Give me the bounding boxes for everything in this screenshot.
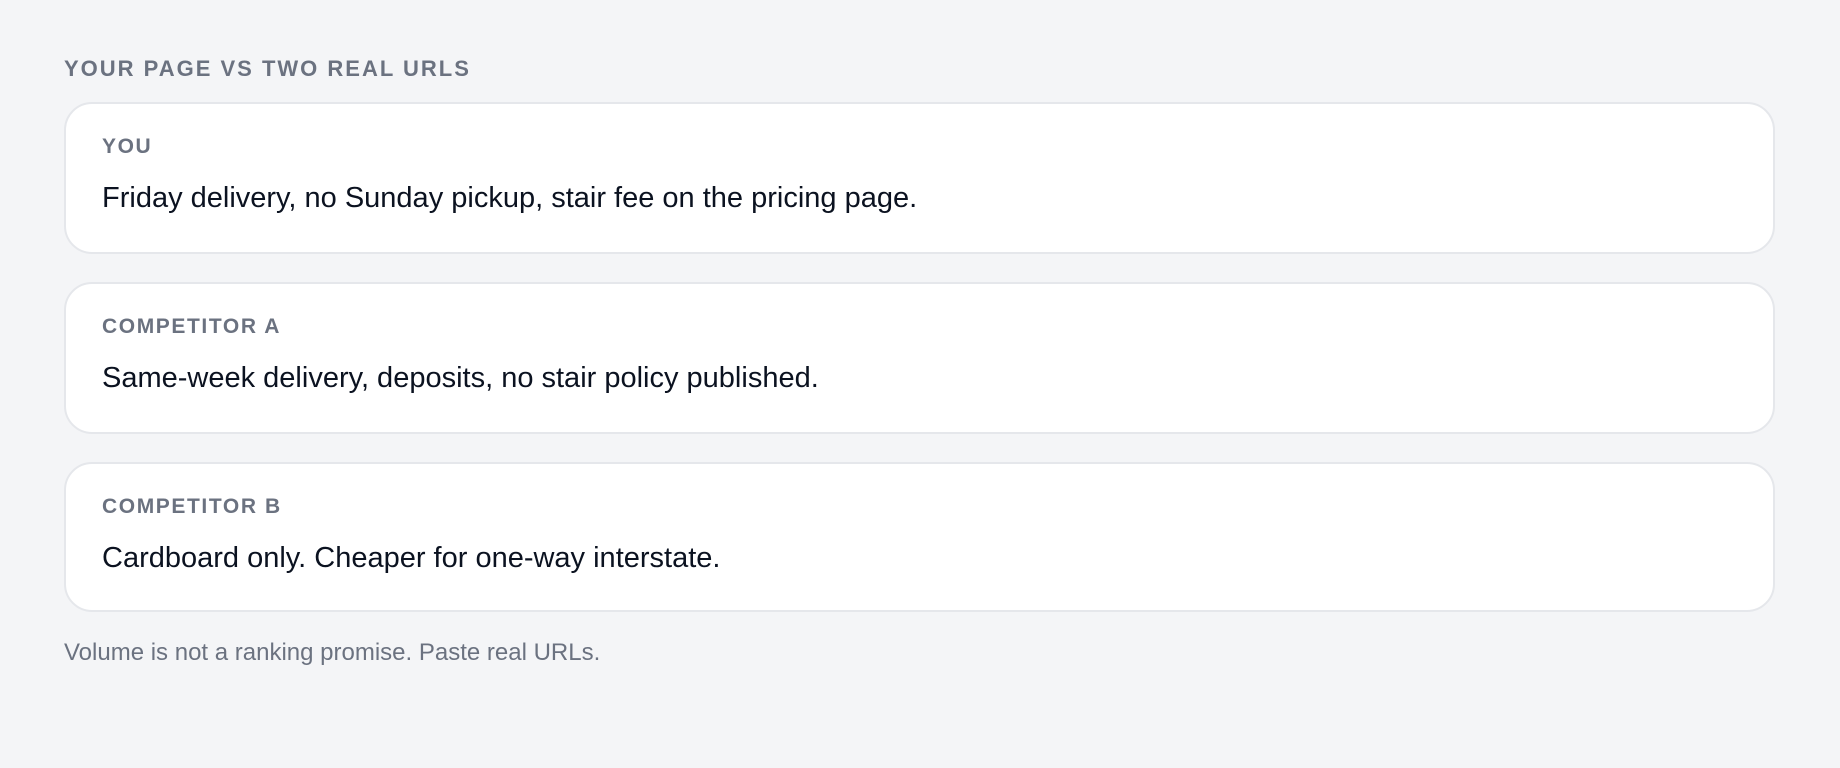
comparison-card-list: YOU Friday delivery, no Sunday pickup, s… xyxy=(64,102,1775,612)
section-title: YOUR PAGE VS TWO REAL URLS xyxy=(64,56,471,81)
card-text-you: Friday delivery, no Sunday pickup, stair… xyxy=(102,182,918,214)
comparison-panel: YOUR PAGE VS TWO REAL URLS YOU Friday de… xyxy=(0,0,1840,768)
card-text-competitor-b: Cardboard only. Cheaper for one-way inte… xyxy=(102,542,721,574)
card-label-competitor-b: COMPETITOR B xyxy=(102,495,282,518)
card-label-competitor-a: COMPETITOR A xyxy=(102,315,282,338)
comparison-card-competitor-a: COMPETITOR A Same-week delivery, deposit… xyxy=(64,282,1775,434)
comparison-card-you: YOU Friday delivery, no Sunday pickup, s… xyxy=(64,102,1775,254)
card-text-competitor-a: Same-week delivery, deposits, no stair p… xyxy=(102,362,819,394)
footnote: Volume is not a ranking promise. Paste r… xyxy=(64,639,601,666)
comparison-card-competitor-b: COMPETITOR B Cardboard only. Cheaper for… xyxy=(64,462,1775,612)
card-label-you: YOU xyxy=(102,135,153,158)
